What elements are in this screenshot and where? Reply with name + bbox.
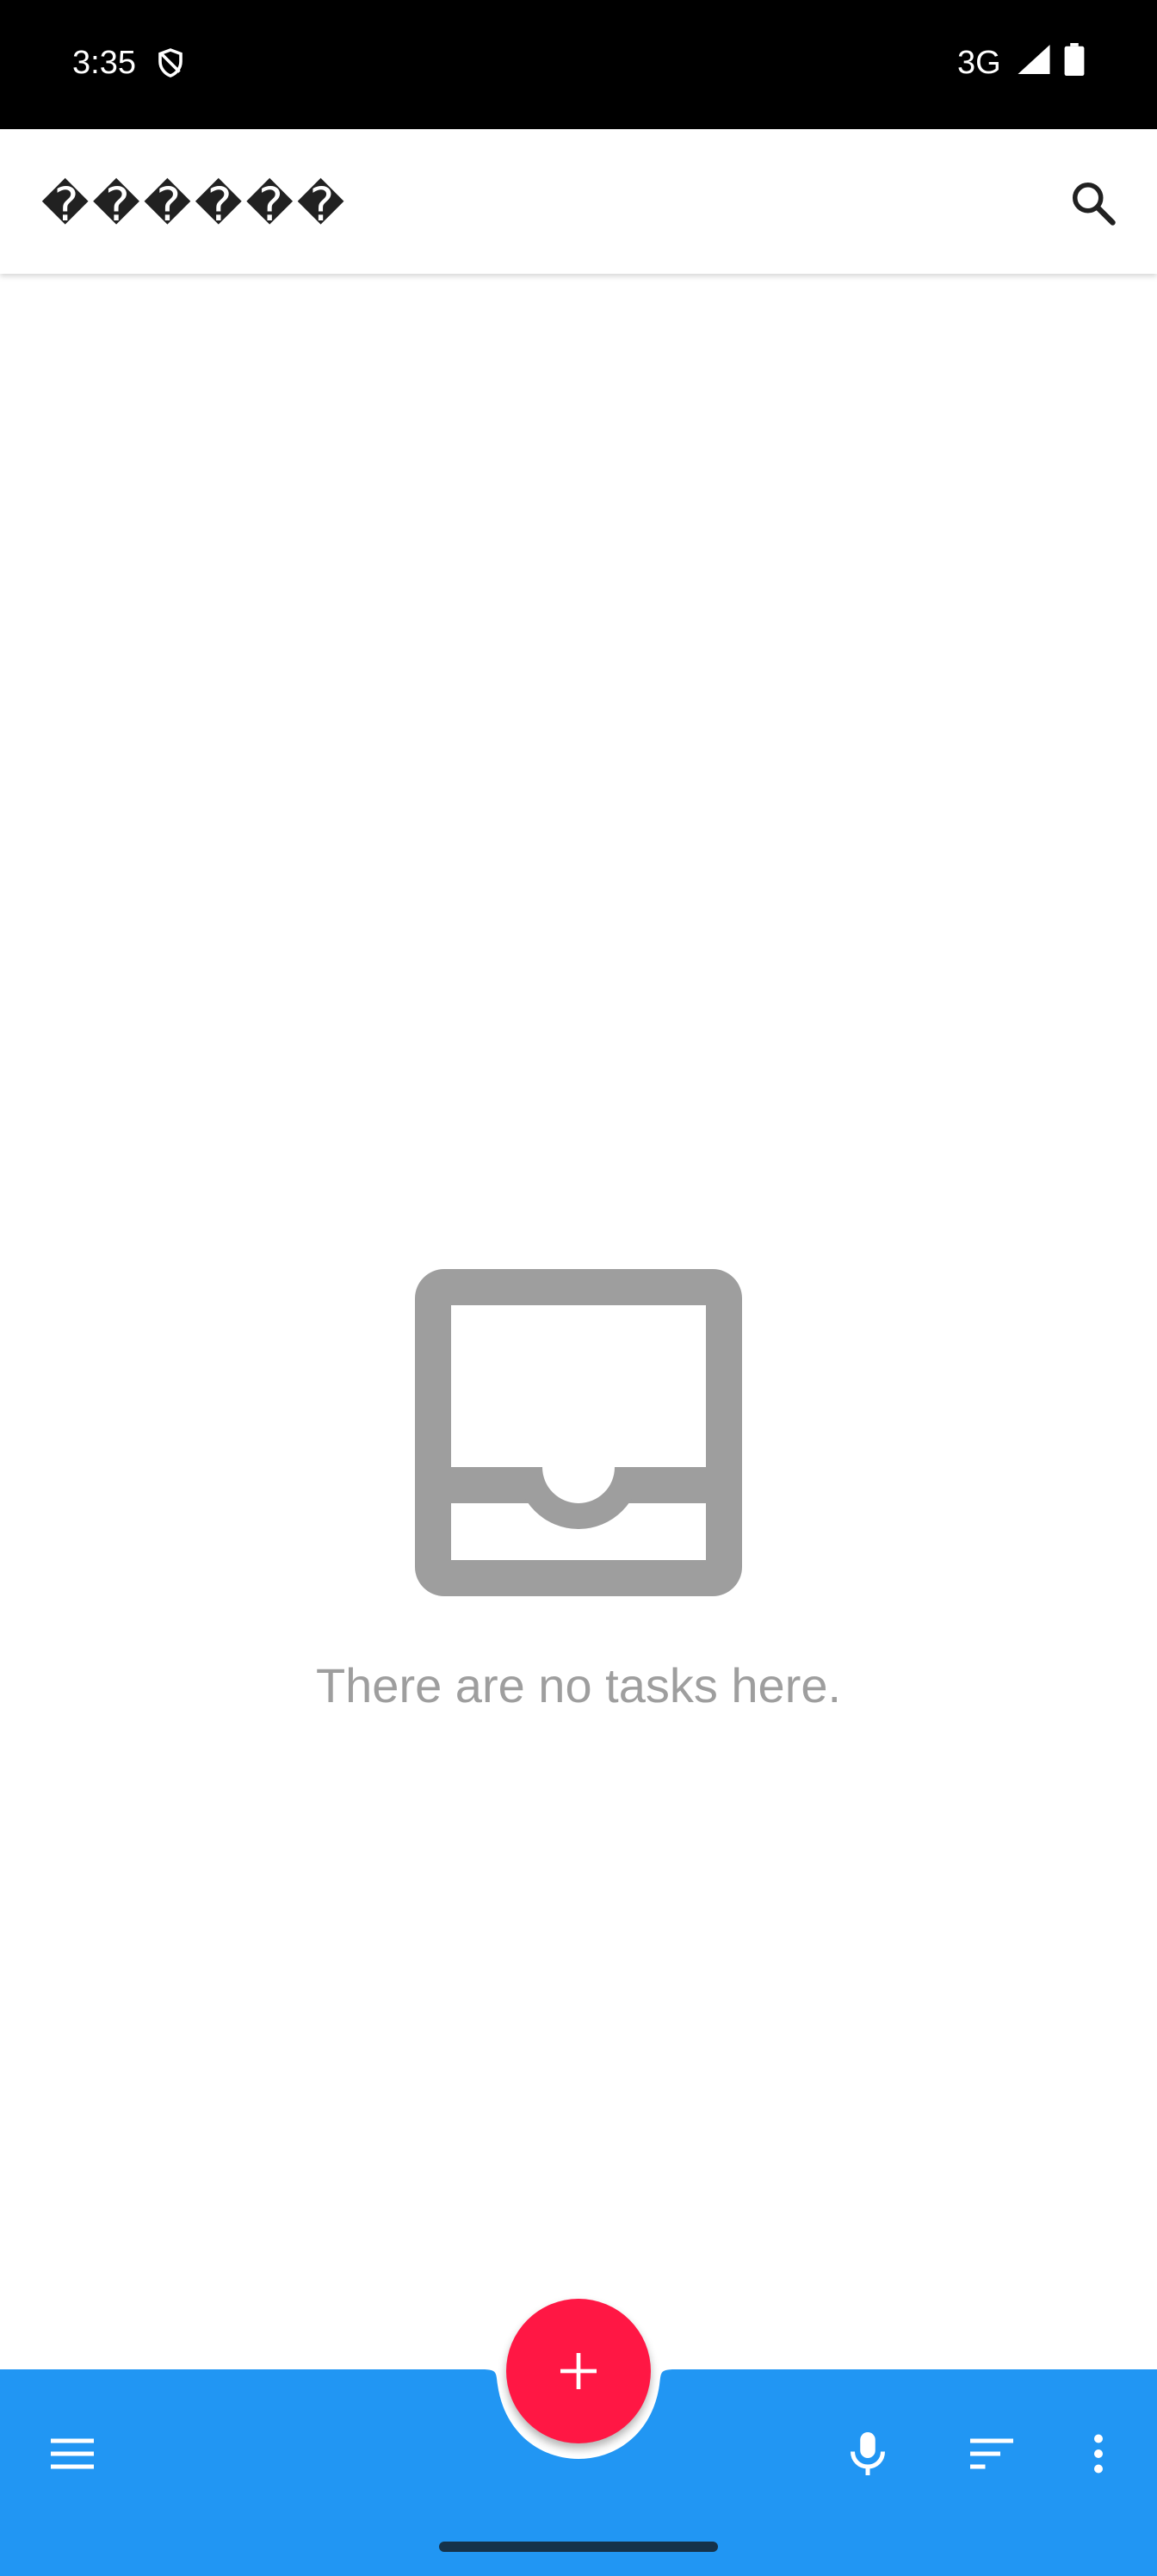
gesture-handle	[439, 2542, 718, 2552]
shield-icon	[158, 48, 183, 77]
menu-icon	[51, 2438, 94, 2469]
status-bar: 3:35 3G	[0, 0, 1157, 129]
sort-button[interactable]	[957, 2419, 1026, 2488]
signal-icon	[1018, 45, 1050, 74]
inbox-icon	[415, 1269, 742, 1596]
sort-icon	[970, 2438, 1013, 2469]
more-options-button[interactable]	[1064, 2419, 1133, 2488]
empty-state-message: There are no tasks here.	[315, 1658, 842, 1712]
network-type: 3G	[957, 45, 1001, 81]
mic-icon	[851, 2432, 885, 2475]
menu-button[interactable]	[38, 2419, 107, 2488]
status-time: 3:35	[72, 45, 136, 81]
add-icon	[560, 2353, 597, 2389]
battery-icon	[1064, 43, 1085, 76]
search-button[interactable]	[1062, 172, 1124, 234]
voice-input-button[interactable]	[833, 2419, 902, 2488]
page-title: ������	[41, 177, 349, 232]
more-vert-icon	[1094, 2434, 1103, 2474]
app-bar: ������	[0, 129, 1157, 274]
screen: 3:35 3G ������ There are no tasks here.	[0, 0, 1157, 2576]
search-icon	[1073, 183, 1116, 226]
add-task-button[interactable]	[506, 2299, 651, 2443]
